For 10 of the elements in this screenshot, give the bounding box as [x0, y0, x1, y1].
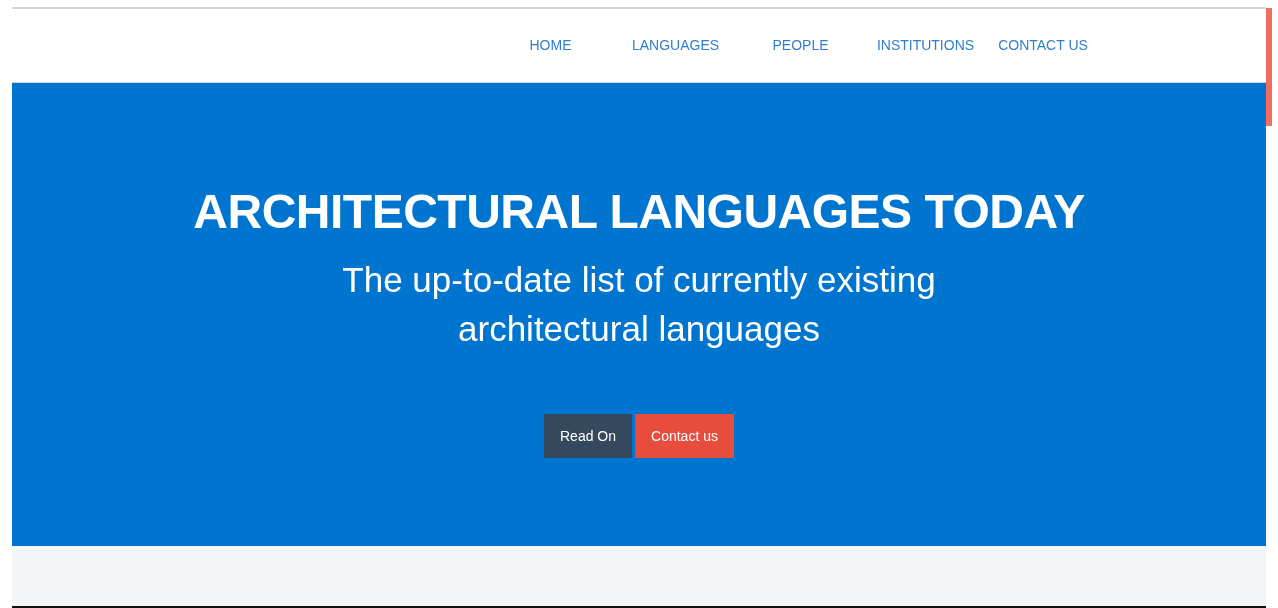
scrollbar-thumb[interactable] — [1266, 8, 1272, 126]
nav-link[interactable]: INSTITUTIONS — [863, 36, 988, 53]
read-on-button[interactable]: Read On — [544, 414, 633, 458]
hero-title: ARCHITECTURAL LANGUAGES TODAY — [193, 184, 1085, 240]
hero-subtitle: The up-to-date list of currently existing architectural languages — [342, 259, 936, 350]
contact-button[interactable]: Contact us — [635, 414, 734, 458]
nav-link[interactable]: LANGUAGES — [613, 36, 738, 53]
nav-link[interactable]: PEOPLE — [738, 36, 863, 53]
nav-link[interactable]: CONTACT US — [988, 36, 1098, 53]
nav-link[interactable]: HOME — [488, 36, 613, 53]
